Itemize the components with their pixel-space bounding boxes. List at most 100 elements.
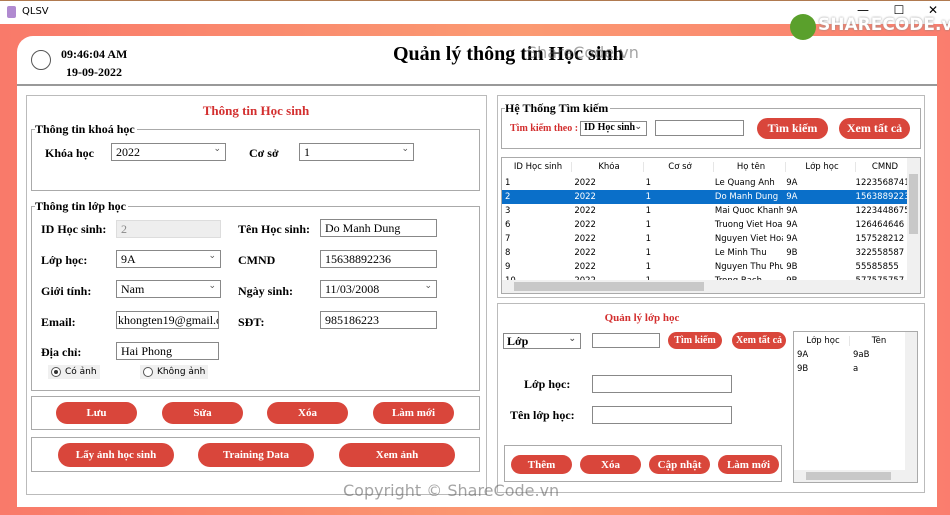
table-row[interactable]: 2 2022 1 Do Manh Dung 9A 15638892236	[502, 190, 908, 204]
table-row[interactable]: 8 2022 1 Le Minh Thu 9B 322558587	[502, 246, 908, 260]
table-row[interactable]: 7 2022 1 Nguyen Viet Hoai 9A 157528212	[502, 232, 908, 246]
table-cell: 3	[505, 206, 511, 216]
app-icon	[7, 6, 16, 18]
column-header[interactable]: Khóa	[572, 162, 644, 172]
table-cell: 9B	[786, 248, 798, 258]
email-label: Email:	[41, 315, 76, 329]
name-field[interactable]: Do Manh Dung	[320, 219, 437, 237]
watermark-center: ShareCode.vn	[527, 43, 639, 62]
course-label: Khóa học	[45, 146, 95, 160]
table-cell: 2022	[574, 220, 596, 230]
table-cell: 15638892236	[855, 192, 908, 202]
id-field[interactable]: 2	[116, 220, 221, 238]
refresh-class-button[interactable]: Làm mới	[718, 455, 779, 474]
edit-button[interactable]: Sửa	[162, 402, 243, 424]
update-class-button[interactable]: Cập nhật	[649, 455, 710, 474]
table-cell: 9A	[786, 206, 798, 216]
save-button[interactable]: Lưu	[56, 402, 137, 424]
class-search-input[interactable]	[592, 333, 660, 348]
column-header[interactable]: CMND	[856, 162, 912, 172]
table-cell: 8	[505, 248, 511, 258]
classes-table[interactable]: Lớp học Tên 9A 9aB 9B a	[793, 331, 918, 483]
table-row[interactable]: 9 2022 1 Nguyen Thu Phuc 9B 55585855	[502, 260, 908, 274]
table-cell: Le Minh Thu	[714, 248, 767, 258]
table-row[interactable]: 9A 9aB	[794, 348, 906, 362]
table-cell: 1	[645, 178, 652, 188]
chevron-down-icon: ⌄	[401, 144, 409, 154]
table-header: ID Học sinh Khóa Cơ sở Họ tên Lớp học CMND	[502, 160, 912, 174]
view-photo-button[interactable]: Xem ảnh	[339, 443, 455, 467]
chevron-down-icon: ⌄	[213, 144, 221, 154]
table-cell: Nguyen Viet Hoai	[714, 234, 784, 244]
table-cell: 126464646	[855, 220, 905, 230]
table-cell: 2022	[574, 206, 596, 216]
column-header[interactable]: Tên	[850, 336, 906, 346]
class-select[interactable]: 9A ⌄	[116, 250, 221, 268]
search-button[interactable]: Tìm kiếm	[757, 118, 828, 139]
scrollbar-thumb[interactable]	[806, 472, 891, 480]
training-data-button[interactable]: Training Data	[198, 443, 314, 467]
radio-has-photo[interactable]: Có ảnh	[48, 365, 100, 379]
class-name-label: Tên lớp học:	[510, 408, 575, 422]
table-cell: 9	[505, 262, 511, 272]
scrollbar-thumb[interactable]	[514, 282, 704, 291]
table-row[interactable]: 3 2022 1 Mai Quoc Khanh9A 12234486753	[502, 204, 908, 218]
table-cell: 2022	[574, 262, 596, 272]
refresh-button[interactable]: Làm mới	[373, 402, 454, 424]
column-header[interactable]: Lớp học	[794, 336, 850, 346]
class-group-label: Thông tin lớp học	[35, 199, 129, 214]
horizontal-scrollbar[interactable]	[794, 470, 917, 482]
class-name-field[interactable]	[592, 406, 732, 424]
column-header[interactable]: Họ tên	[714, 162, 786, 172]
gender-select[interactable]: Nam ⌄	[116, 280, 221, 298]
delete-class-button[interactable]: Xóa	[580, 455, 641, 474]
class-filter-select[interactable]: Lớp ⌄	[503, 333, 581, 349]
column-header[interactable]: Lớp học	[786, 162, 856, 172]
class-select-value: 9A	[121, 252, 136, 266]
vertical-scrollbar[interactable]	[907, 158, 920, 282]
cmnd-field[interactable]: 15638892236	[320, 250, 437, 268]
table-cell: 322558587	[855, 248, 905, 258]
table-cell: 157528212	[855, 234, 905, 244]
class-code-field[interactable]	[592, 375, 732, 393]
delete-button[interactable]: Xóa	[267, 402, 348, 424]
table-cell: 55585855	[855, 262, 899, 272]
capture-photo-button[interactable]: Lấy ảnh học sinh	[58, 443, 174, 467]
class-label: Lớp học:	[41, 253, 88, 267]
dob-value: 11/03/2008	[325, 282, 380, 296]
campus-select[interactable]: 1 ⌄	[299, 143, 414, 161]
chevron-down-icon: ⌄	[634, 122, 642, 132]
class-view-all-button[interactable]: Xem tất cả	[732, 332, 786, 349]
students-table[interactable]: ID Học sinh Khóa Cơ sở Họ tên Lớp học CMND 1 20…	[501, 157, 921, 294]
table-cell: 9A	[797, 350, 809, 360]
scrollbar-thumb[interactable]	[909, 174, 918, 234]
email-field[interactable]: khongten19@gmail.com	[116, 311, 219, 329]
add-class-button[interactable]: Thêm	[511, 455, 572, 474]
table-cell: 1	[645, 262, 652, 272]
vertical-scrollbar[interactable]	[905, 332, 917, 470]
column-header[interactable]: Cơ sở	[644, 162, 714, 172]
class-search-button[interactable]: Tìm kiếm	[668, 332, 722, 349]
table-cell: Mai Quoc Khanh	[714, 206, 784, 216]
cmnd-label: CMND	[238, 253, 276, 267]
phone-field[interactable]: 985186223	[320, 311, 437, 329]
course-select-value: 2022	[116, 145, 140, 159]
horizontal-scrollbar[interactable]	[502, 280, 920, 293]
table-cell: 1	[645, 192, 652, 202]
radio-no-photo[interactable]: Không ảnh	[140, 365, 209, 379]
course-select[interactable]: 2022 ⌄	[111, 143, 226, 161]
column-header[interactable]: ID Học sinh	[502, 162, 572, 172]
view-all-button[interactable]: Xem tất cả	[839, 118, 910, 139]
dob-picker[interactable]: 11/03/2008 ⌄	[320, 280, 437, 298]
table-cell: Do Manh Dung	[714, 192, 779, 202]
table-row[interactable]: 1 2022 1 Le Quang Anh 9A 12235687410	[502, 176, 908, 190]
address-field[interactable]: Hai Phong	[116, 342, 219, 360]
table-cell: Nguyen Thu Phuc	[714, 262, 784, 272]
search-input[interactable]	[655, 120, 744, 136]
table-cell: 2022	[574, 178, 596, 188]
search-by-select[interactable]: ID Học sinh ⌄	[580, 121, 647, 136]
table-cell: 9A	[786, 192, 798, 202]
table-row[interactable]: 9B a	[794, 362, 906, 376]
table-cell: 2	[505, 192, 511, 202]
table-row[interactable]: 6 2022 1 Truong Viet Hoan 9A 126464646	[502, 218, 908, 232]
